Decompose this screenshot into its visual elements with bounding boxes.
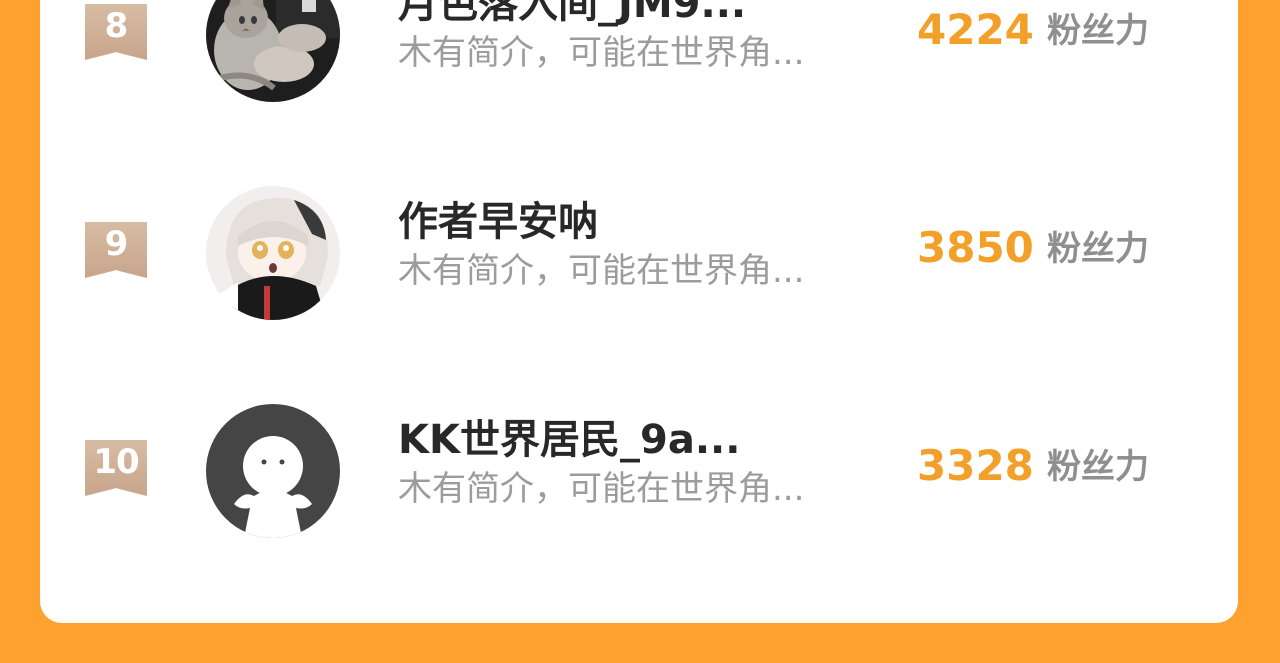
default-user-avatar-icon xyxy=(206,404,340,538)
user-bio: 木有简介，可能在世界角... xyxy=(398,469,805,509)
rank-badge: 10 xyxy=(85,440,147,496)
user-bio: 木有简介，可能在世界角... xyxy=(398,251,805,291)
ranking-row[interactable]: 10 KK世界居民_9a... 木有简介，可能在世界角... 3328 粉丝力 xyxy=(0,404,1280,544)
fans-label: 粉丝力 xyxy=(1047,229,1149,269)
fans-label: 粉丝力 xyxy=(1047,447,1149,487)
username[interactable]: 月色落入间_JM9... xyxy=(398,0,746,30)
rank-badge: 9 xyxy=(85,222,147,278)
username[interactable]: KK世界居民_9a... xyxy=(398,414,740,466)
anime-girl-avatar-icon xyxy=(206,186,340,320)
user-bio: 木有简介，可能在世界角... xyxy=(398,33,805,73)
fans-count: 3850 xyxy=(917,223,1034,272)
avatar[interactable] xyxy=(206,186,340,320)
avatar[interactable] xyxy=(206,0,340,102)
fans-label: 粉丝力 xyxy=(1047,11,1149,51)
ranking-row[interactable]: 8 月色落入间_JM9... 木有简介，可能在世界角... 4224 粉丝力 xyxy=(0,0,1280,108)
rank-badge: 8 xyxy=(85,4,147,60)
ranking-row[interactable]: 9 作者早安呐 木有简介，可能在世界角... 3850 粉丝力 xyxy=(0,186,1280,326)
avatar[interactable] xyxy=(206,404,340,538)
fans-count: 4224 xyxy=(917,5,1034,54)
fans-count: 3328 xyxy=(917,441,1034,490)
username[interactable]: 作者早安呐 xyxy=(398,196,598,248)
cat-photo-avatar-icon xyxy=(206,0,340,102)
